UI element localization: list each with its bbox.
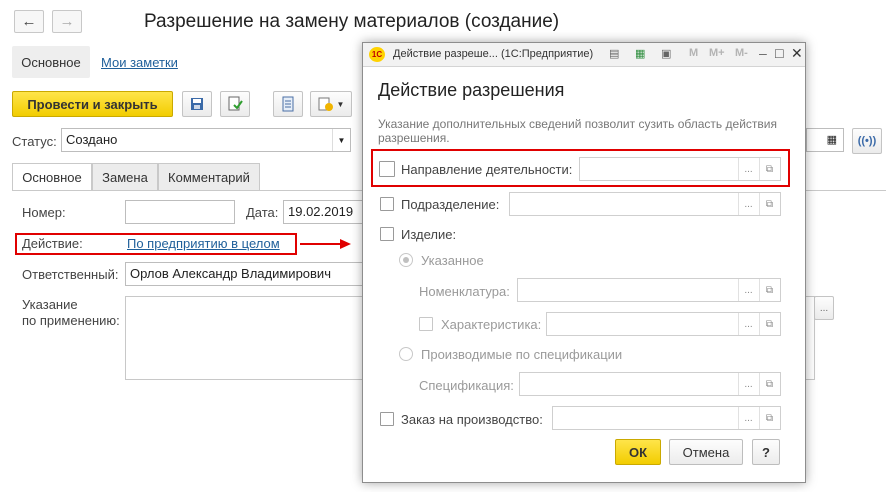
calendar-icon[interactable]: ▣ [661,47,671,60]
product-checkbox[interactable] [380,227,394,241]
specification-field[interactable]: ... ⧉ [519,372,781,396]
report-button[interactable] [273,91,303,117]
broadcast-button[interactable]: ((•)) [852,128,882,154]
order-field[interactable]: ... ⧉ [552,406,781,430]
calendar-icon: ▦ [826,134,837,146]
select-button[interactable]: ... [738,193,758,215]
date-input[interactable]: 19.02.2019 [283,200,363,224]
open-icon[interactable]: ⧉ [759,373,779,395]
open-icon[interactable]: ⧉ [759,313,779,335]
characteristic-label: Характеристика: [441,317,542,332]
responsible-input[interactable]: Орлов Александр Владимирович [125,262,365,286]
department-field[interactable]: ... ⧉ [509,192,781,216]
order-checkbox[interactable] [380,412,394,426]
left-arrow-icon: ← [21,13,37,30]
order-label: Заказ на производство: [401,412,543,427]
dialog-heading: Действие разрешения [378,80,565,100]
produced-label: Производимые по спецификации [421,347,623,362]
tab-comment[interactable]: Комментарий [158,163,260,190]
open-icon[interactable]: ⧉ [759,158,779,180]
post-document-icon [228,96,243,111]
action-link[interactable]: По предприятию в целом [127,236,280,251]
close-icon[interactable]: ✕ [791,45,803,62]
characteristic-checkbox[interactable] [419,317,433,331]
1c-logo-icon: 1С [369,47,385,62]
status-select[interactable]: Создано ▼ [61,128,351,152]
print-icon[interactable]: ▤ [609,47,619,60]
department-label: Подразделение: [401,197,500,212]
action-label: Действие: [22,236,83,251]
memory-plus-button[interactable]: M+ [709,47,725,59]
cancel-button[interactable]: Отмена [669,439,743,465]
my-notes-link[interactable]: Мои заметки [101,55,178,70]
tab-main-details[interactable]: Основное [12,163,92,191]
chevron-down-icon: ▼ [332,129,350,151]
list-document-icon [282,96,294,112]
open-icon[interactable]: ⧉ [759,279,779,301]
tab-main[interactable]: Основное [12,46,90,78]
document-gear-icon [318,97,333,111]
floppy-disk-icon [191,98,203,110]
direction-field[interactable]: ... ⧉ [579,157,781,181]
usage-more-button[interactable]: ... [814,296,834,320]
status-label: Статус: [12,134,57,149]
select-button[interactable]: ... [738,373,758,395]
select-button[interactable]: ... [738,158,758,180]
create-based-on-button[interactable]: ▼ [310,91,352,117]
ok-button[interactable]: ОК [615,439,661,465]
characteristic-field[interactable]: ... ⧉ [546,312,781,336]
minimize-icon[interactable]: – [759,45,767,61]
maximize-icon[interactable]: ☐ [774,47,785,61]
responsible-label: Ответственный: [22,267,119,282]
save-button[interactable] [182,91,212,117]
memory-minus-button[interactable]: M- [735,47,748,59]
nomenclature-field[interactable]: ... ⧉ [517,278,781,302]
post-and-close-button[interactable]: Провести и закрыть [12,91,173,117]
forward-button[interactable]: → [52,10,82,33]
dialog-window-title: Действие разреше... (1С:Предприятие) [393,48,594,60]
page-title: Разрешение на замену материалов (создани… [144,11,560,32]
direction-checkbox[interactable] [379,161,395,177]
table-icon[interactable]: ▦ [635,47,645,60]
date-picker-field[interactable]: ▦ [806,128,844,152]
number-input[interactable] [125,200,235,224]
ellipsis-icon: ... [819,302,829,314]
nomenclature-label: Номенклатура: [419,284,510,299]
tab-replacement[interactable]: Замена [92,163,158,190]
action-dialog: 1С Действие разреше... (1С:Предприятие) … [362,42,806,483]
memory-m-button[interactable]: M [689,47,698,59]
specified-radio[interactable] [399,253,413,267]
product-label: Изделие: [401,227,457,242]
produced-radio[interactable] [399,347,413,361]
open-icon[interactable]: ⧉ [759,407,779,429]
specified-label: Указанное [421,253,484,268]
select-button[interactable]: ... [738,279,758,301]
back-button[interactable]: ← [14,10,44,33]
direction-label: Направление деятельности: [401,162,573,177]
help-button[interactable]: ? [752,439,780,465]
post-button[interactable] [220,91,250,117]
dialog-hint: Указание дополнительных сведений позволи… [378,117,777,145]
dialog-titlebar: 1С Действие разреше... (1С:Предприятие) … [363,43,805,67]
right-arrow-icon: → [59,13,75,30]
number-label: Номер: [22,205,66,220]
signal-icon: ((•)) [857,135,877,147]
usage-label-line1: Указание [22,297,78,312]
select-button[interactable]: ... [738,313,758,335]
chevron-down-icon: ▼ [336,99,345,109]
open-icon[interactable]: ⧉ [759,193,779,215]
usage-label-line2: по применению: [22,313,120,328]
status-value: Создано [66,132,118,147]
select-button[interactable]: ... [738,407,758,429]
date-label: Дата: [246,205,279,220]
department-checkbox[interactable] [380,197,394,211]
specification-label: Спецификация: [419,378,514,393]
arrow-right-icon [300,239,351,249]
